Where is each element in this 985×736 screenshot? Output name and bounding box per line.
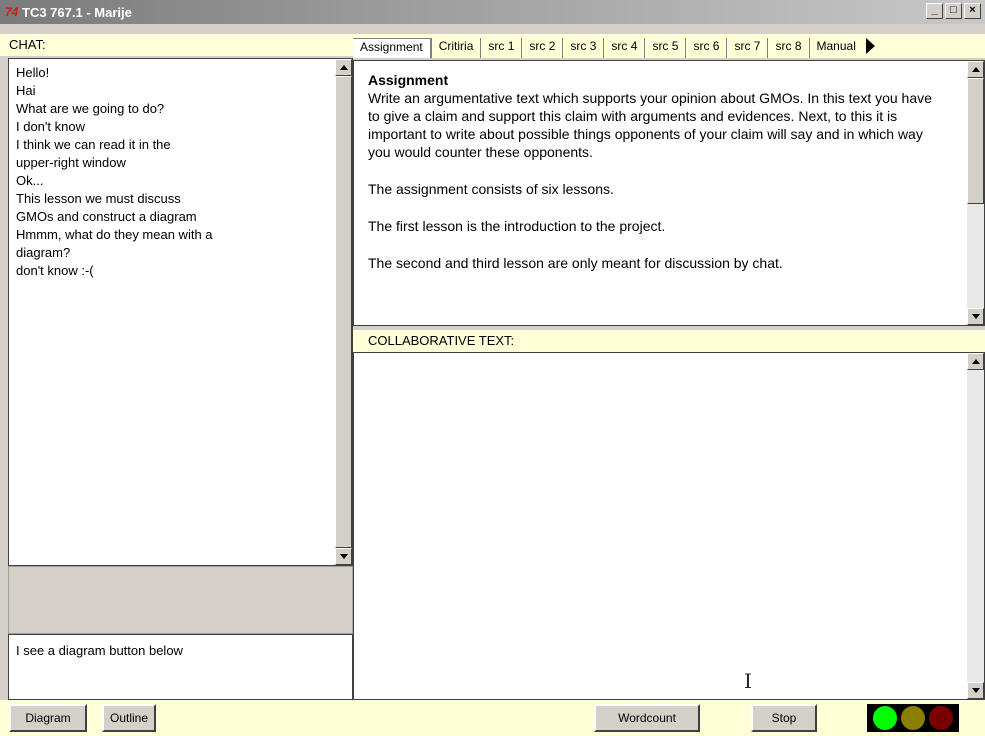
tab-src-4[interactable]: src 4	[603, 38, 644, 58]
close-button[interactable]: ×	[964, 3, 981, 19]
assignment-scroll-thumb[interactable]	[967, 78, 984, 204]
scroll-up-icon[interactable]	[967, 353, 984, 370]
chat-message: upper-right window	[16, 155, 126, 170]
bottom-toolbar: Diagram Outline Wordcount Stop	[0, 700, 985, 736]
tab-src-8[interactable]: src 8	[767, 38, 808, 58]
chat-message: GMOs and construct a diagram	[16, 209, 197, 224]
stop-button[interactable]: Stop	[751, 704, 817, 732]
assignment-scrollbar[interactable]	[967, 61, 984, 325]
red-light-icon	[929, 706, 953, 730]
assignment-paragraph: The second and third lesson are only mea…	[368, 255, 783, 271]
chat-message: This lesson we must discuss	[16, 191, 181, 206]
chat-message: don't know :-(	[16, 263, 94, 278]
scroll-up-icon[interactable]	[967, 61, 984, 78]
tab-manual[interactable]: Manual	[808, 38, 863, 58]
chat-message: Hai	[16, 83, 36, 98]
assignment-paragraph: Write an argumentative text which suppor…	[368, 90, 932, 160]
tab-src-5[interactable]: src 5	[644, 38, 685, 58]
collab-scrollbar[interactable]	[967, 353, 984, 699]
tab-scroll-right-icon[interactable]	[865, 38, 875, 54]
text-cursor-icon: I	[744, 669, 752, 693]
assignment-pane[interactable]: Assignment Write an argumentative text w…	[353, 60, 985, 326]
source-tabs: Assignment Critiria src 1 src 2 src 3 sr…	[353, 34, 985, 58]
maximize-button[interactable]: □	[945, 3, 962, 19]
scroll-up-icon[interactable]	[335, 59, 352, 76]
diagram-button[interactable]: Diagram	[9, 704, 87, 732]
scroll-down-icon[interactable]	[967, 308, 984, 325]
tab-src-3[interactable]: src 3	[562, 38, 603, 58]
chat-header: CHAT:	[0, 34, 353, 56]
tab-src-7[interactable]: src 7	[726, 38, 767, 58]
chat-scroll-thumb[interactable]	[335, 76, 352, 548]
chat-message: Hello!	[16, 65, 50, 80]
chat-message: I think we can read it in the	[16, 137, 171, 152]
tab-src-2[interactable]: src 2	[521, 38, 562, 58]
tab-critiria[interactable]: Critiria	[430, 38, 481, 58]
chat-message: diagram?	[16, 245, 71, 260]
tab-assignment[interactable]: Assignment	[353, 38, 431, 58]
scroll-down-icon[interactable]	[967, 682, 984, 699]
chat-message: Ok...	[16, 173, 44, 188]
yellow-light-icon	[901, 706, 925, 730]
chat-input[interactable]: I see a diagram button below	[8, 634, 353, 700]
traffic-light	[867, 704, 959, 732]
chat-messages: Hello! Hai What are we going to do? I do…	[16, 64, 332, 280]
app-logo-icon: 74	[5, 5, 19, 19]
assignment-paragraph: The assignment consists of six lessons.	[368, 181, 614, 197]
scroll-down-icon[interactable]	[335, 548, 352, 565]
title-bar[interactable]: 74 TC3 767.1 - Marije _ □ ×	[0, 0, 985, 24]
chat-divider-panel	[8, 566, 353, 634]
window-controls: _ □ ×	[926, 3, 981, 19]
collaborative-text-header: COLLABORATIVE TEXT:	[353, 330, 985, 352]
chat-message: What are we going to do?	[16, 101, 165, 116]
chat-log[interactable]: Hello! Hai What are we going to do? I do…	[8, 58, 353, 566]
assignment-heading: Assignment	[368, 72, 449, 88]
minimize-button[interactable]: _	[926, 3, 943, 19]
window-title: TC3 767.1 - Marije	[22, 4, 132, 20]
green-light-icon	[873, 706, 897, 730]
outline-button[interactable]: Outline	[102, 704, 156, 732]
assignment-paragraph: The first lesson is the introduction to …	[368, 218, 666, 234]
tab-src-6[interactable]: src 6	[685, 38, 726, 58]
chat-message: I don't know	[16, 119, 85, 134]
chat-scrollbar[interactable]	[335, 59, 352, 565]
collaborative-text-area[interactable]: I	[353, 352, 985, 700]
wordcount-button[interactable]: Wordcount	[594, 704, 700, 732]
tc3-window: 74 TC3 767.1 - Marije _ □ × CHAT: Assign…	[0, 0, 985, 736]
chat-message: Hmmm, what do they mean with a	[16, 227, 213, 242]
tab-src-1[interactable]: src 1	[480, 38, 521, 58]
assignment-content: Assignment Write an argumentative text w…	[368, 71, 943, 291]
